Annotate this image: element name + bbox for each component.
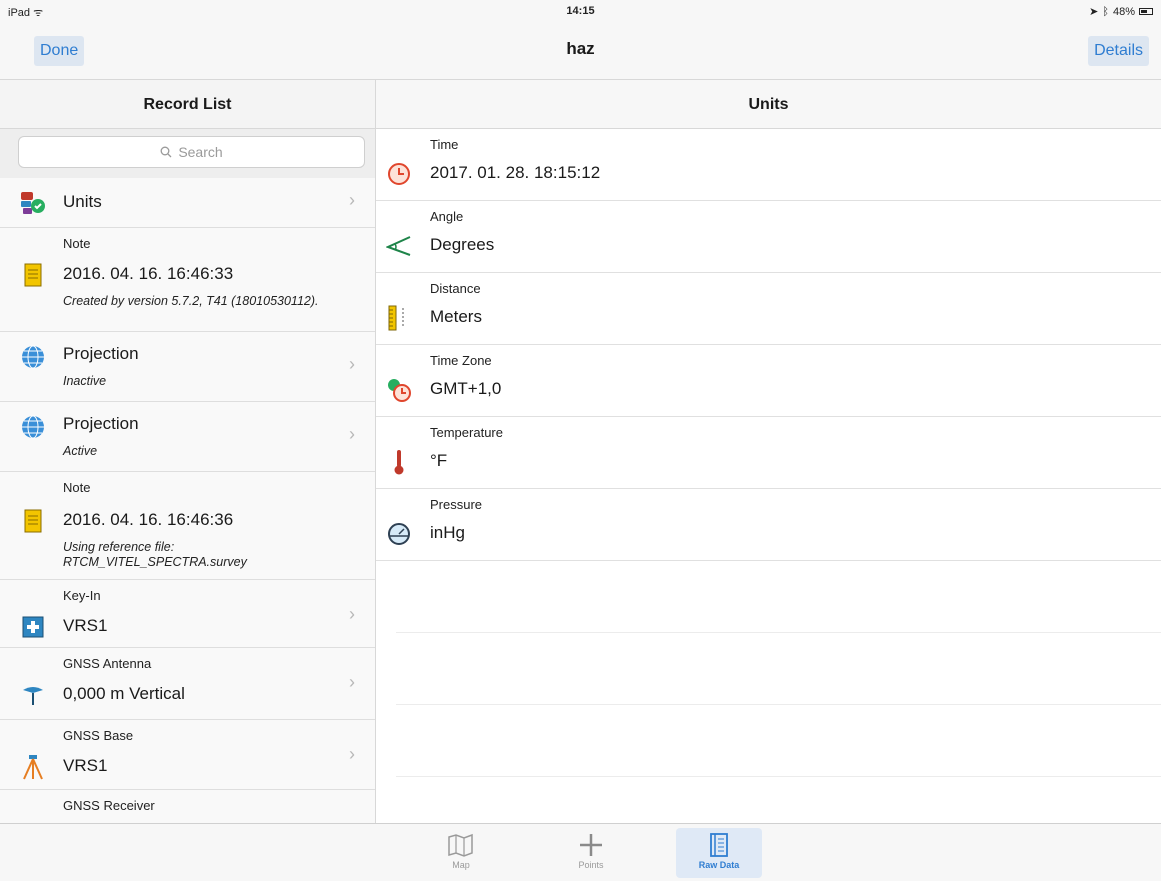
key-in-icon (22, 616, 44, 638)
unit-label: Time Zone (430, 353, 492, 368)
location-icon: ➤ (1089, 6, 1099, 18)
plus-icon (580, 834, 602, 856)
clock-icon (388, 163, 410, 185)
list-item-note[interactable]: Note 2016. 04. 16. 16:46:36 Using refere… (0, 472, 375, 580)
tab-points-label: Points (578, 860, 604, 870)
list-item-gnss-antenna[interactable]: GNSS Antenna 0,000 m Vertical › (0, 648, 375, 720)
battery-percent: 48% (1112, 5, 1135, 18)
bluetooth-icon: ᛒ (1102, 5, 1109, 18)
unit-value: 2017. 01. 28. 18:15:12 (430, 163, 601, 182)
search-bar: Search (0, 129, 375, 178)
note-icon (24, 509, 42, 533)
empty-row (396, 633, 1161, 705)
tab-points[interactable]: Points (548, 828, 634, 878)
unit-row-temperature: Temperature °F (376, 417, 1161, 489)
unit-row-angle: Angle Degrees (376, 201, 1161, 273)
unit-row-time-zone: Time Zone GMT+1,0 (376, 345, 1161, 417)
list-item-gnss-receiver[interactable]: GNSS Receiver (0, 790, 375, 823)
list-item-gnss-base[interactable]: GNSS Base VRS1 › (0, 720, 375, 790)
details-button[interactable]: Details (1088, 36, 1149, 66)
list-item-projection[interactable]: Projection Inactive › (0, 332, 375, 402)
thermometer-icon (394, 450, 404, 475)
empty-row (396, 705, 1161, 777)
chevron-right-icon: › (349, 190, 355, 210)
list-item-caption: Note (63, 236, 91, 251)
tab-raw-data[interactable]: Raw Data (676, 828, 762, 878)
tab-raw-data-label: Raw Data (698, 860, 740, 870)
record-list-header: Record List (0, 80, 376, 129)
raw-data-icon (710, 833, 728, 857)
list-item-sub: Using reference file: RTCM_VITEL_SPECTRA… (63, 540, 247, 569)
chevron-right-icon: › (349, 744, 355, 764)
unit-row-time: Time 2017. 01. 28. 18:15:12 (376, 129, 1161, 201)
antenna-icon (23, 687, 43, 705)
empty-row (396, 777, 1161, 823)
navigation-bar: Done haz Details (0, 22, 1161, 80)
list-item-caption: GNSS Base (63, 728, 134, 743)
empty-row (396, 561, 1161, 633)
unit-label: Time (430, 137, 459, 152)
angle-icon (386, 236, 411, 256)
list-item-projection[interactable]: Projection Active › (0, 402, 375, 472)
unit-label: Distance (430, 281, 481, 296)
unit-value: °F (430, 451, 448, 470)
chevron-right-icon: › (349, 604, 355, 624)
search-icon (160, 146, 172, 158)
unit-value: inHg (430, 523, 465, 542)
list-item-main: VRS1 (63, 616, 108, 635)
base-tripod-icon (23, 755, 43, 780)
search-placeholder: Search (178, 144, 223, 160)
record-list[interactable]: Search Units › Note 2016. 04. 16. 16:46:… (0, 129, 376, 823)
timezone-icon (388, 379, 411, 402)
list-item-key-in[interactable]: Key-In VRS1 › (0, 580, 375, 648)
list-item-caption: Note (63, 480, 91, 495)
list-item-caption: GNSS Antenna (63, 656, 152, 671)
note-icon (24, 263, 42, 287)
unit-label: Pressure (430, 497, 483, 512)
unit-row-distance: Distance Meters (376, 273, 1161, 345)
list-item-main: VRS1 (63, 756, 108, 775)
battery-icon (1139, 8, 1153, 15)
list-item-main: Units (63, 192, 102, 211)
unit-value: GMT+1,0 (430, 379, 502, 398)
list-item-sub: Created by version 5.7.2, T41 (180105301… (63, 294, 319, 308)
unit-value: Meters (430, 307, 482, 326)
page-title: haz (566, 39, 595, 58)
list-item-caption: Key-In (63, 588, 101, 603)
tab-map-label: Map (452, 860, 470, 870)
globe-icon (22, 345, 44, 369)
map-icon (448, 833, 473, 857)
list-item-main: Projection (63, 414, 139, 433)
status-right: ➤ ᛒ 48% (1089, 5, 1153, 18)
globe-icon (22, 415, 44, 439)
list-item-note[interactable]: Note 2016. 04. 16. 16:46:33 Created by v… (0, 228, 375, 332)
list-item-main: 2016. 04. 16. 16:46:36 (63, 510, 234, 529)
list-item-units[interactable]: Units › (0, 178, 375, 228)
list-item-sub: Inactive (63, 374, 107, 388)
chevron-right-icon: › (349, 672, 355, 692)
search-input[interactable]: Search (18, 136, 365, 168)
units-header: Units (376, 80, 1161, 129)
unit-label: Angle (430, 209, 464, 224)
list-item-sub: Active (63, 444, 98, 458)
unit-label: Temperature (430, 425, 503, 440)
list-item-main: Projection (63, 344, 139, 363)
chevron-right-icon: › (349, 354, 355, 374)
status-bar: iPad ᯤ 14:15 ➤ ᛒ 48% (0, 0, 1161, 22)
list-item-caption: GNSS Receiver (63, 798, 155, 813)
ruler-icon (388, 305, 404, 331)
units-icon (21, 192, 45, 214)
tab-map[interactable]: Map (418, 828, 504, 878)
tab-bar: Map Points Raw Data (0, 823, 1161, 881)
list-item-main: 2016. 04. 16. 16:46:33 (63, 264, 234, 283)
status-time: 14:15 (566, 5, 595, 17)
chevron-right-icon: › (349, 424, 355, 444)
gauge-icon (388, 523, 410, 545)
app-window: iPad ᯤ 14:15 ➤ ᛒ 48% Done haz Details Re… (0, 0, 1161, 881)
list-item-main: 0,000 m Vertical (63, 684, 185, 703)
units-detail: Time 2017. 01. 28. 18:15:12 Angle Degree… (376, 129, 1161, 823)
unit-row-pressure: Pressure inHg (376, 489, 1161, 561)
unit-value: Degrees (430, 235, 495, 254)
